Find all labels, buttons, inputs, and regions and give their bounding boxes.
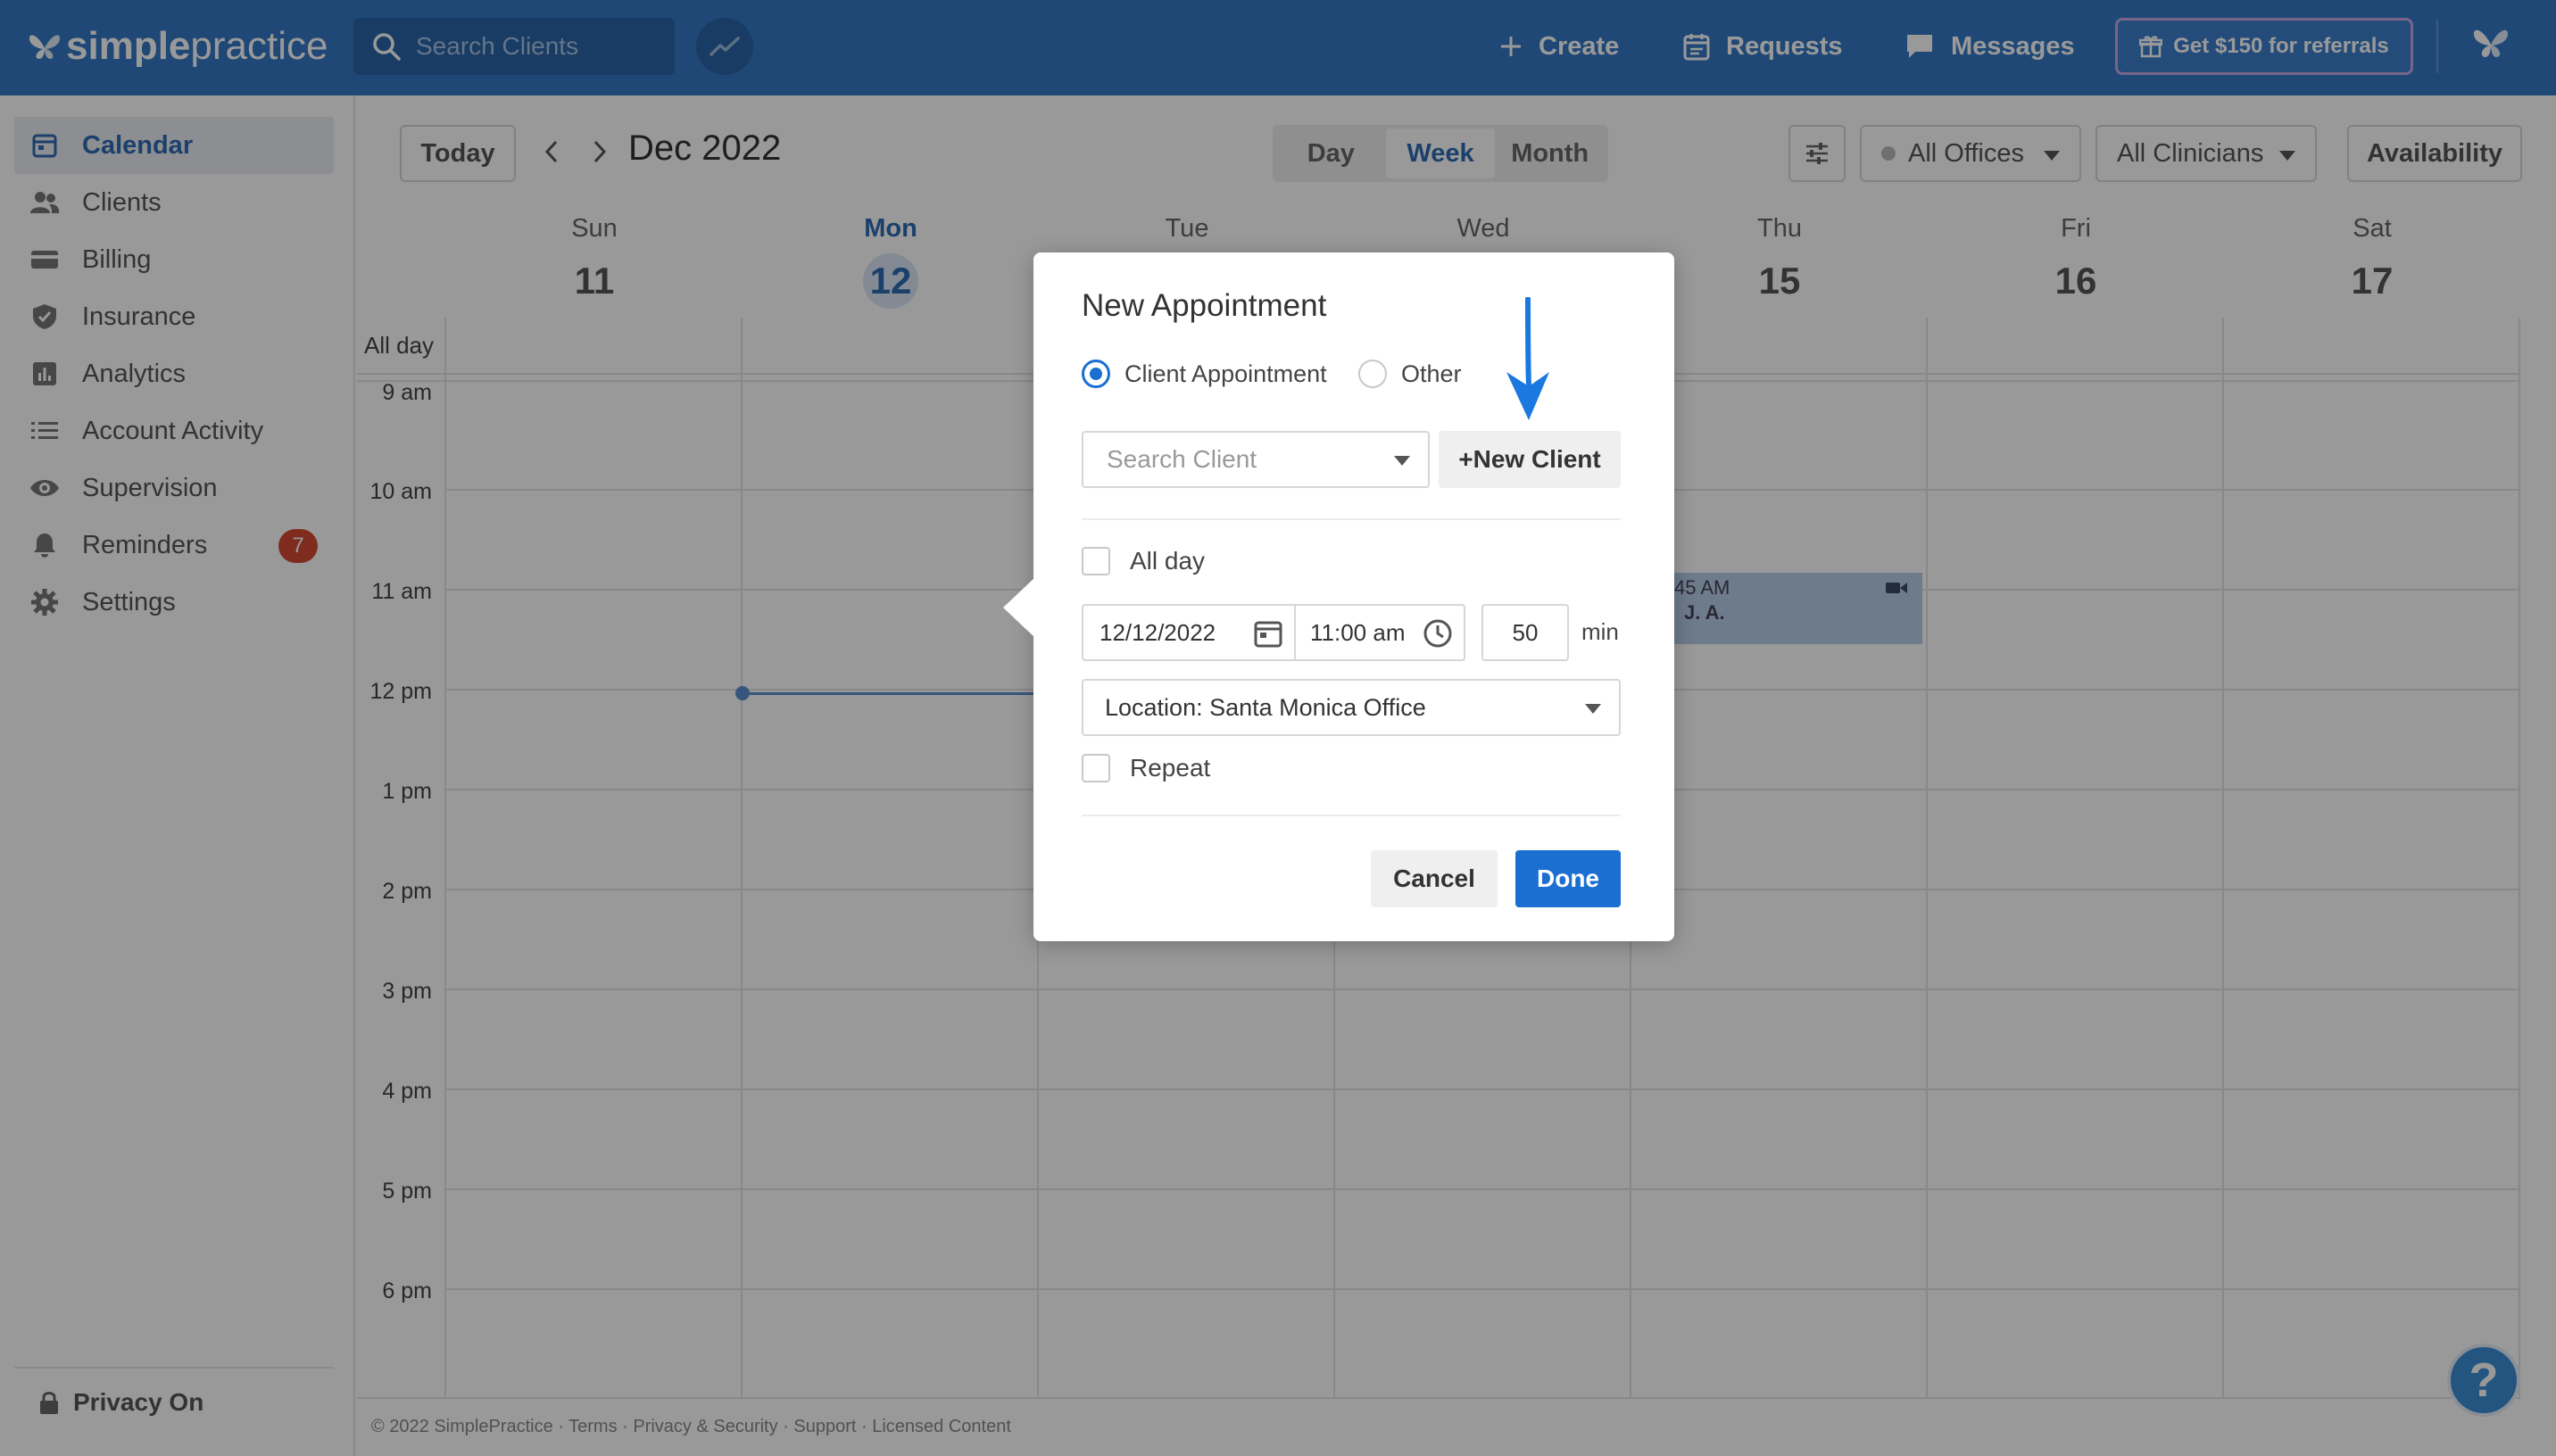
repeat-checkbox-row[interactable]: Repeat: [1082, 754, 1210, 782]
time-value: 11:00 am: [1310, 618, 1406, 646]
all-day-label: All day: [1130, 547, 1206, 575]
all-day-checkbox-row[interactable]: All day: [1082, 547, 1205, 575]
all-day-checkbox[interactable]: [1082, 547, 1110, 575]
clock-icon: [1423, 619, 1452, 648]
dialog-divider: [1082, 518, 1621, 520]
radio-label: Other: [1401, 360, 1462, 387]
radio-label: Client Appointment: [1124, 360, 1327, 387]
date-field[interactable]: 12/12/2022: [1083, 606, 1296, 659]
repeat-label: Repeat: [1130, 754, 1211, 782]
chevron-down-icon: [1394, 456, 1410, 466]
cancel-button[interactable]: Cancel: [1371, 850, 1498, 907]
calendar-picker-icon: [1254, 621, 1282, 648]
repeat-checkbox[interactable]: [1082, 754, 1110, 782]
duration-unit-label: min: [1581, 618, 1619, 645]
radio-unchecked[interactable]: [1358, 360, 1387, 388]
date-value: 12/12/2022: [1100, 618, 1216, 646]
search-client-input[interactable]: [1105, 444, 1373, 475]
search-client-select[interactable]: [1082, 431, 1430, 488]
down-arrow-annotation-icon: [1506, 297, 1549, 420]
location-value: Location: Santa Monica Office: [1105, 693, 1426, 721]
done-button[interactable]: Done: [1515, 850, 1621, 907]
other-radio[interactable]: Other: [1358, 360, 1462, 388]
radio-checked[interactable]: [1082, 360, 1110, 388]
client-appointment-radio[interactable]: Client Appointment: [1082, 360, 1327, 388]
duration-input[interactable]: 50: [1481, 604, 1569, 661]
new-client-button[interactable]: +New Client: [1439, 431, 1621, 488]
date-time-group: 12/12/2022 11:00 am: [1082, 604, 1465, 661]
dialog-title: New Appointment: [1082, 288, 1327, 323]
new-appointment-dialog: New Appointment Client Appointment Other…: [1003, 252, 1674, 941]
dialog-divider: [1082, 815, 1621, 816]
location-select[interactable]: Location: Santa Monica Office: [1082, 679, 1621, 736]
dialog-pointer: [1003, 577, 1035, 638]
chevron-down-icon: [1585, 704, 1601, 714]
time-field[interactable]: 11:00 am: [1296, 606, 1464, 659]
